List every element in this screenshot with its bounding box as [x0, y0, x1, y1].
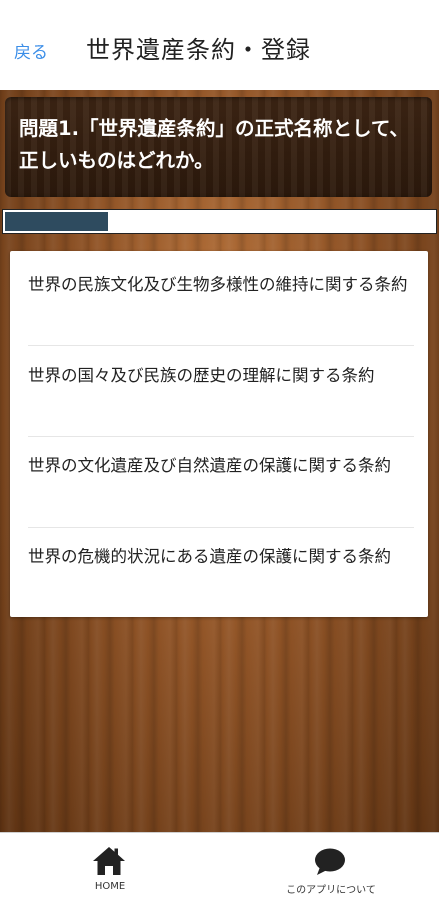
answer-option-1[interactable]: 世界の民族文化及び生物多様性の維持に関する条約 [28, 273, 414, 297]
question-box: 問題1.「世界遺産条約」の正式名称として、正しいものはどれか。 [5, 97, 432, 197]
tab-about-label: このアプリについて [286, 885, 376, 896]
back-button[interactable]: 戻る [14, 38, 48, 63]
tab-home[interactable]: HOME [40, 833, 180, 901]
bottom-tab-bar: HOME このアプリについて [0, 832, 439, 901]
progress-bar [2, 209, 437, 234]
answer-option-3[interactable]: 世界の文化遺産及び自然遺産の保護に関する条約 [28, 454, 414, 478]
answer-option-4[interactable]: 世界の危機的状況にある遺産の保護に関する条約 [28, 545, 414, 569]
answer-divider [28, 436, 414, 437]
answer-option-2[interactable]: 世界の国々及び民族の歴史の理解に関する条約 [28, 364, 414, 388]
progress-fill [5, 212, 108, 231]
answer-list: 世界の民族文化及び生物多様性の維持に関する条約 世界の国々及び民族の歴史の理解に… [10, 251, 428, 617]
header-bar: 戻る 世界遺産条約・登録 [0, 0, 439, 91]
question-text: 問題1.「世界遺産条約」の正式名称として、正しいものはどれか。 [19, 117, 409, 172]
tab-home-label: HOME [94, 881, 126, 892]
answer-divider [28, 527, 414, 528]
page-title: 世界遺産条約・登録 [86, 36, 311, 64]
home-icon [93, 847, 125, 875]
tab-about-app[interactable]: このアプリについて [256, 833, 406, 901]
answer-divider [28, 345, 414, 346]
speech-bubble-icon [315, 848, 345, 875]
